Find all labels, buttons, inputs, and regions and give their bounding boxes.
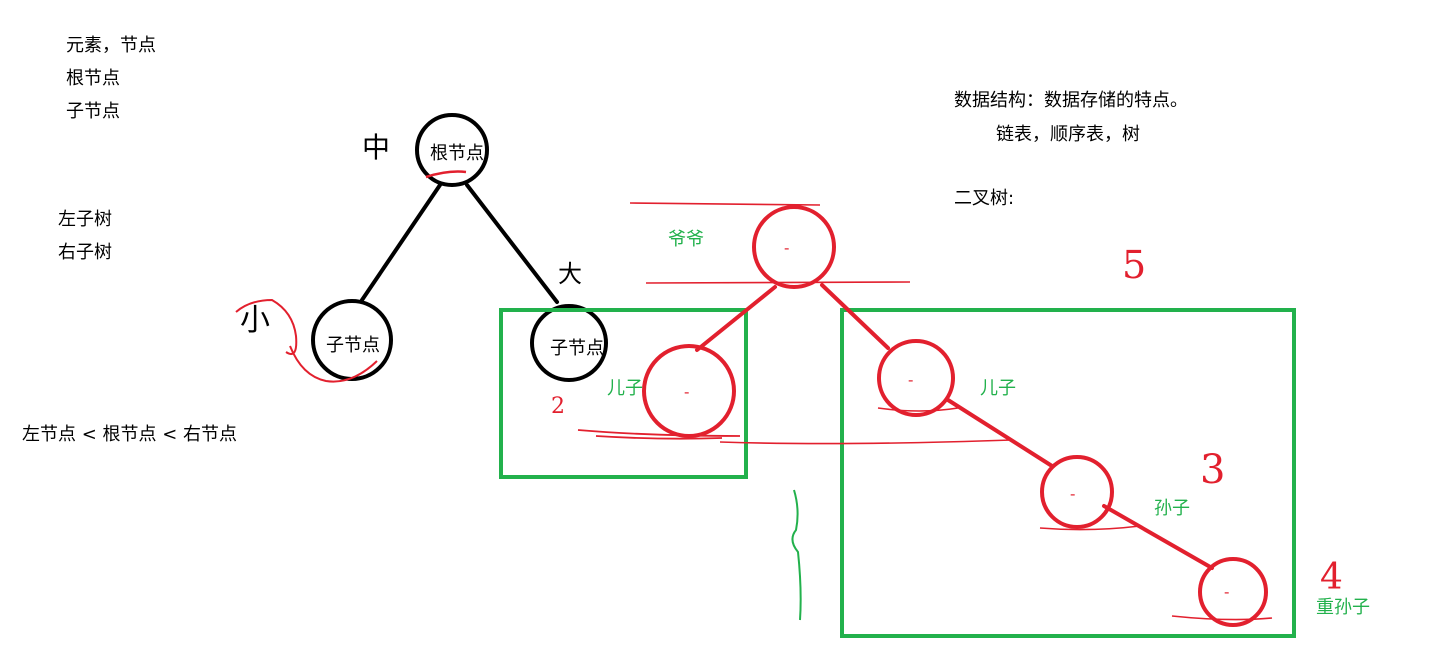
note-binary-tree: 二叉树: xyxy=(954,188,1015,209)
diagram-canvas xyxy=(235,113,1296,638)
note-ordering-rule: 左节点 < 根节点 < 右节点 xyxy=(22,424,238,445)
label-great-grandson: 重孙子 xyxy=(1316,597,1370,618)
son-left-underline xyxy=(577,429,741,440)
label-grandson: 孙子 xyxy=(1154,498,1190,519)
mark-small: 小 xyxy=(240,303,270,338)
edge-grandpa-left xyxy=(695,285,777,352)
great-grandson-node-circle xyxy=(1198,557,1268,627)
great-grandson-node-mark: - xyxy=(1224,582,1230,601)
note-right-subtree: 右子树 xyxy=(58,242,112,263)
grandpa-node-circle xyxy=(752,205,836,289)
grandpa-node-mark: - xyxy=(784,238,790,257)
son-right-node-mark: - xyxy=(908,370,914,389)
label-son-left: 儿子 xyxy=(607,378,643,399)
mark-big: 大 xyxy=(558,260,582,288)
edge-root-right xyxy=(465,183,559,304)
note-left-subtree: 左子树 xyxy=(58,209,112,230)
note-data-structure: 数据结构：数据存储的特点。 xyxy=(954,90,1188,111)
edge-son-grandson xyxy=(946,398,1054,468)
son-right-underline xyxy=(877,407,959,412)
right-child-label: 子节点 xyxy=(550,338,604,359)
note-root-node: 根节点 xyxy=(66,68,120,89)
label-son-right: 儿子 xyxy=(980,378,1016,399)
number-3: 3 xyxy=(1200,447,1226,493)
edge-grandpa-right xyxy=(820,283,890,350)
grandson-node-mark: - xyxy=(1070,484,1076,503)
mark-middle: 中 xyxy=(362,131,391,164)
note-structure-examples: 链表，顺序表，树 xyxy=(996,124,1140,145)
label-grandpa: 爷爷 xyxy=(668,229,704,250)
root-node-label: 根节点 xyxy=(430,143,484,164)
number-5: 5 xyxy=(1122,243,1147,287)
son-right-node-circle xyxy=(877,339,955,417)
note-child-node: 子节点 xyxy=(66,101,120,122)
red-line-top xyxy=(629,202,821,206)
number-4: 4 xyxy=(1320,557,1343,598)
long-underline xyxy=(719,439,1013,445)
green-brace xyxy=(791,489,802,621)
number-2: 2 xyxy=(551,394,565,419)
grandson-node-circle xyxy=(1040,455,1114,529)
edge-root-left xyxy=(360,183,442,302)
son-left-node-mark: - xyxy=(684,382,690,401)
left-child-label: 子节点 xyxy=(326,335,380,356)
note-elements-nodes: 元素，节点 xyxy=(66,35,156,56)
root-underline-scribble xyxy=(425,170,467,179)
